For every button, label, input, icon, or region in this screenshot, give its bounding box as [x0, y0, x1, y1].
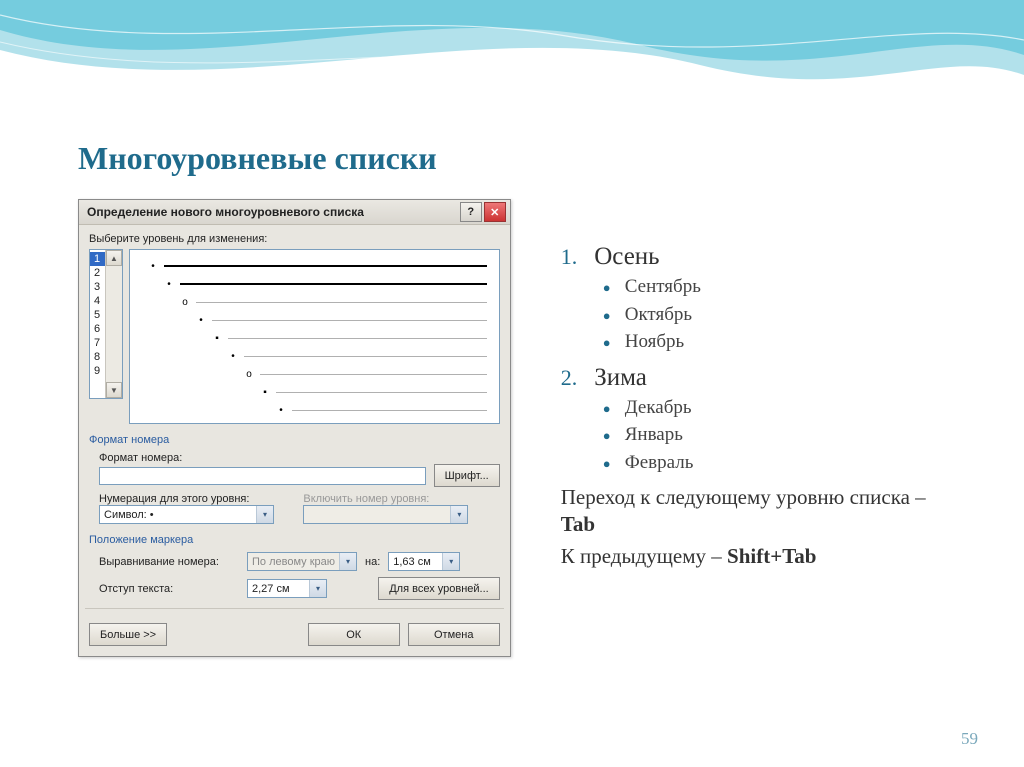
scroll-up-icon[interactable]: ▲ [106, 250, 122, 266]
font-button[interactable]: Шрифт... [434, 464, 500, 487]
list-subitem: Январь [603, 421, 964, 449]
numbering-combo[interactable]: Символ: • ▾ [99, 505, 274, 524]
close-icon: ✕ [490, 206, 499, 219]
list-item: 1. Осень Сентябрь Октябрь Ноябрь [561, 243, 964, 356]
divider [85, 608, 504, 609]
marker-position-group-label: Положение маркера [89, 534, 500, 546]
example-list: 1. Осень Сентябрь Октябрь Ноябрь 2. Зима… [561, 243, 964, 476]
align-label: Выравнивание номера: [99, 556, 239, 568]
multilevel-list-dialog: Определение нового многоуровневого списк… [78, 199, 511, 657]
spinner-icon: ▾ [442, 553, 459, 570]
decorative-wave [0, 0, 1024, 110]
include-level-combo: ▾ [303, 505, 468, 524]
cancel-button[interactable]: Отмена [408, 623, 500, 646]
chevron-down-icon: ▾ [256, 506, 273, 523]
list-subitem: Октябрь [603, 301, 964, 329]
chevron-down-icon: ▾ [339, 553, 356, 570]
text-indent-label: Отступ текста: [99, 583, 239, 595]
dialog-titlebar[interactable]: Определение нового многоуровневого списк… [79, 200, 510, 225]
list-preview: • • o • ▪ • o ▪ • [129, 249, 500, 424]
numbering-label: Нумерация для этого уровня: [99, 493, 295, 505]
all-levels-button[interactable]: Для всех уровней... [378, 577, 500, 600]
question-icon: ? [467, 206, 474, 218]
close-button[interactable]: ✕ [484, 202, 506, 222]
level-listbox[interactable]: 1 2 3 4 5 6 7 8 9 ▲ ▼ [89, 249, 123, 399]
number-format-label: Формат номера: [99, 452, 500, 464]
page-number: 59 [961, 729, 978, 749]
chevron-down-icon: ▾ [450, 506, 467, 523]
at-spinner[interactable]: 1,63 см ▾ [388, 552, 460, 571]
level-scrollbar[interactable]: ▲ ▼ [105, 250, 122, 398]
list-subitem: Ноябрь [603, 328, 964, 356]
text-indent-spinner[interactable]: 2,27 см ▾ [247, 579, 327, 598]
ok-button[interactable]: ОК [308, 623, 400, 646]
hint-next-level: Переход к следующему уровню списка – Tab [561, 484, 964, 537]
scroll-down-icon[interactable]: ▼ [106, 382, 122, 398]
dialog-title: Определение нового многоуровневого списк… [87, 205, 364, 219]
select-level-label: Выберите уровень для изменения: [89, 233, 500, 245]
number-format-group-label: Формат номера [89, 434, 500, 446]
include-level-label: Включить номер уровня: [303, 493, 499, 505]
align-combo[interactable]: По левому краю ▾ [247, 552, 357, 571]
at-label: на: [365, 556, 380, 568]
help-button[interactable]: ? [460, 202, 482, 222]
list-subitem: Декабрь [603, 394, 964, 422]
list-item: 2. Зима Декабрь Январь Февраль [561, 364, 964, 477]
list-subitem: Февраль [603, 449, 964, 477]
hint-prev-level: К предыдущему – Shift+Tab [561, 543, 964, 569]
slide-title: Многоуровневые списки [78, 140, 964, 177]
spinner-icon: ▾ [309, 580, 326, 597]
number-format-input[interactable] [99, 467, 426, 485]
list-subitem: Сентябрь [603, 273, 964, 301]
more-button[interactable]: Больше >> [89, 623, 167, 646]
